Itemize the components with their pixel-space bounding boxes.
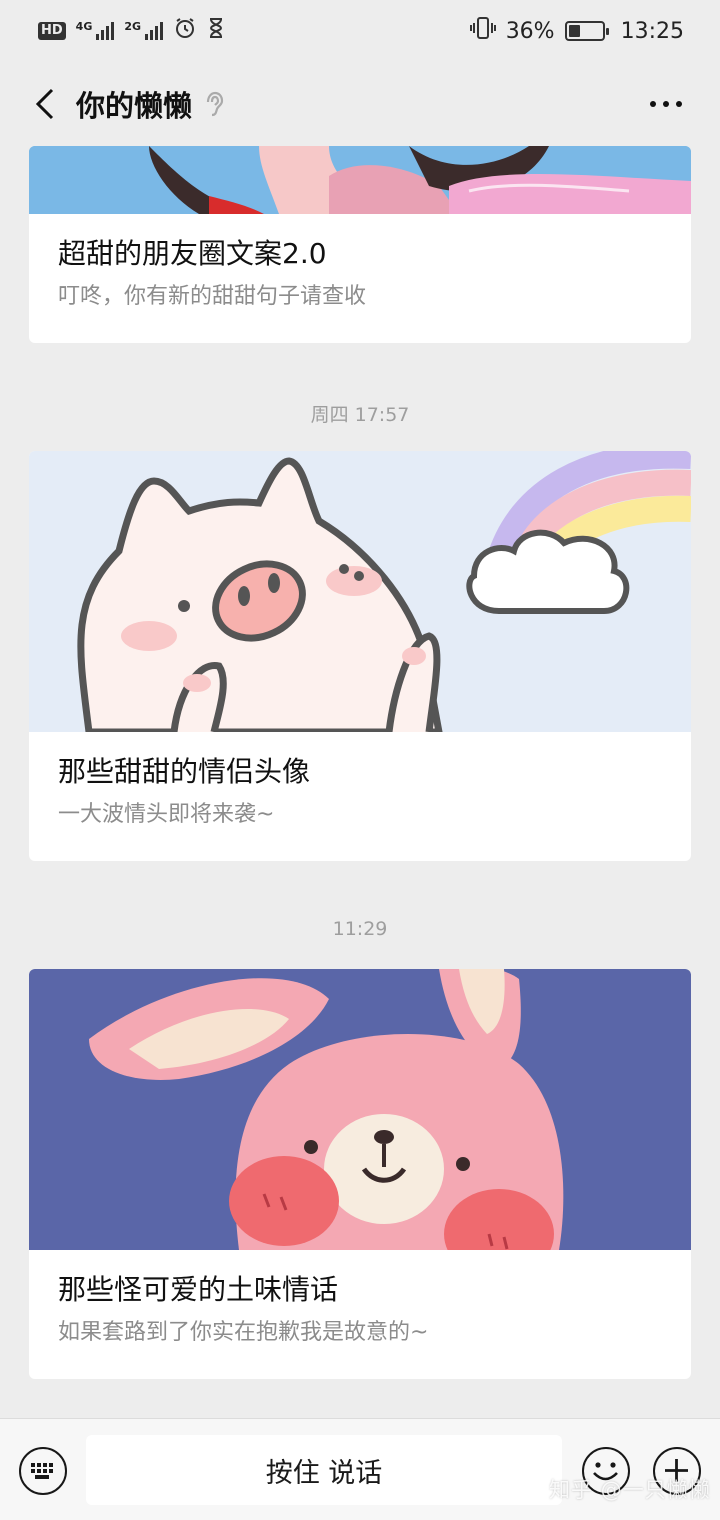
signal-2g-icon: 2G — [124, 21, 164, 40]
article-cover-image — [29, 146, 691, 214]
article-title: 那些怪可爱的土味情话 — [58, 1273, 339, 1306]
article-cover-image — [29, 451, 691, 732]
status-bar: HD 4G 2G 36% 13:25 — [0, 0, 720, 62]
battery-percent: 36% — [505, 18, 555, 44]
vibrate-icon — [469, 16, 496, 46]
more-icon-dot — [676, 101, 682, 107]
battery-icon — [564, 21, 609, 41]
more-icon-dot — [650, 101, 656, 107]
watermark: 知乎 @一只懒懒 — [549, 1478, 711, 1502]
article-card[interactable]: 超甜的朋友圈文案2.0 叮咚，你有新的甜甜句子请查收 — [29, 146, 691, 343]
page-title: 你的懒懒 — [76, 89, 193, 123]
signal-4g-icon: 4G — [76, 21, 115, 40]
article-title: 超甜的朋友圈文案2.0 — [58, 237, 327, 270]
article-subtitle: 一大波情头即将来袭~ — [58, 802, 275, 827]
message-timestamp: 11:29 — [332, 918, 388, 940]
battery-fill — [568, 25, 581, 37]
article-card[interactable]: 那些怪可爱的土味情话 如果套路到了你实在抱歉我是故意的~ — [29, 969, 691, 1379]
more-options-button[interactable] — [636, 74, 696, 134]
more-icon-dot — [663, 101, 669, 107]
article-subtitle: 如果套路到了你实在抱歉我是故意的~ — [58, 1320, 429, 1345]
article-card[interactable]: 那些甜甜的情侣头像 一大波情头即将来袭~ — [29, 451, 691, 861]
article-card-body: 超甜的朋友圈文案2.0 叮咚，你有新的甜甜句子请查收 — [29, 214, 691, 312]
keyboard-icon — [31, 1463, 53, 1479]
article-card-body: 那些怪可爱的土味情话 如果套路到了你实在抱歉我是故意的~ — [29, 1250, 691, 1348]
article-card-body: 那些甜甜的情侣头像 一大波情头即将来袭~ — [29, 732, 691, 830]
status-left: HD 4G 2G — [38, 16, 225, 46]
keyboard-toggle-button[interactable] — [19, 1447, 67, 1495]
hourglass-icon — [207, 17, 225, 45]
alarm-icon — [173, 16, 197, 46]
hold-to-talk-button[interactable]: 按住 说话 — [86, 1435, 562, 1505]
message-timestamp: 周四 17:57 — [310, 404, 410, 426]
article-title: 那些甜甜的情侣头像 — [58, 755, 311, 788]
chat-input-bar: 按住 说话 — [0, 1418, 720, 1520]
article-cover-image — [29, 969, 691, 1250]
status-right: 36% 13:25 — [469, 16, 684, 46]
chat-area[interactable]: 超甜的朋友圈文案2.0 叮咚，你有新的甜甜句子请查收 周四 17:57 那些甜甜… — [0, 146, 720, 1418]
chat-header: 你的懒懒 — [0, 62, 720, 146]
clock-time: 13:25 — [620, 18, 684, 44]
hd-badge: HD — [38, 22, 66, 40]
article-subtitle: 叮咚，你有新的甜甜句子请查收 — [58, 284, 367, 309]
chevron-left-icon — [35, 88, 54, 120]
back-button[interactable] — [24, 74, 64, 134]
earpiece-mode-icon — [204, 90, 224, 118]
